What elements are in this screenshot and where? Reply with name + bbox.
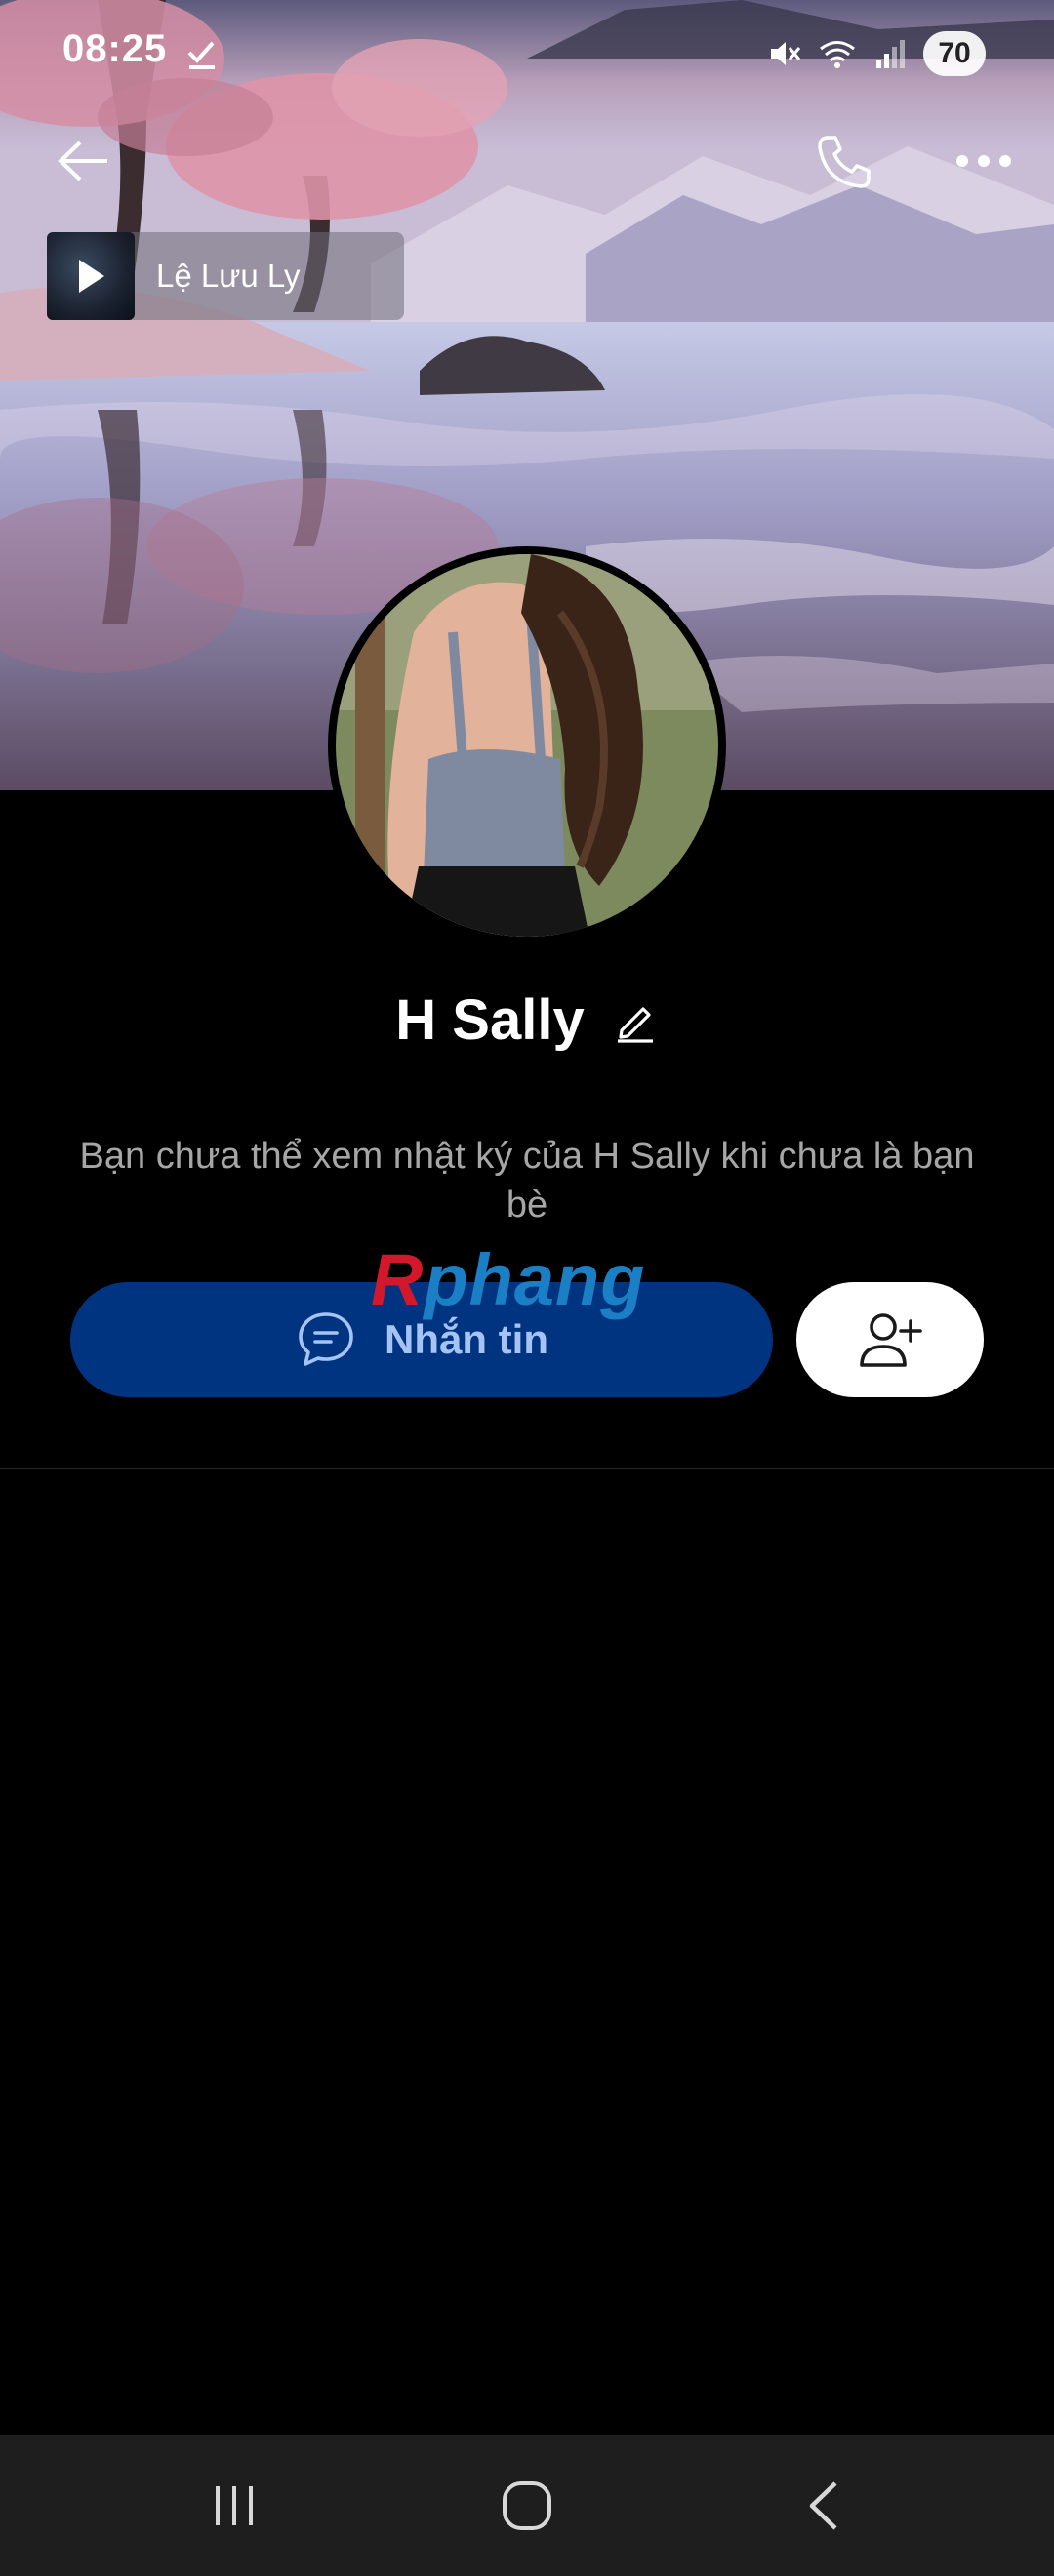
back-arrow-icon xyxy=(58,141,107,181)
status-bar: 08:25 70 xyxy=(0,0,1054,107)
avatar[interactable] xyxy=(328,546,726,945)
section-divider xyxy=(0,1468,1054,1469)
status-time: 08:25 xyxy=(62,27,168,70)
diary-restriction-note: Bạn chưa thể xem nhật ký của H Sally khi… xyxy=(79,1136,975,1226)
pencil-icon[interactable] xyxy=(612,997,659,1044)
add-user-icon xyxy=(860,1313,922,1367)
call-button[interactable] xyxy=(800,123,888,201)
phone-icon xyxy=(818,136,871,188)
avatar-photo xyxy=(336,554,718,937)
back-icon xyxy=(809,2481,837,2530)
system-navigation-bar xyxy=(0,2435,1054,2576)
message-button-label: Nhắn tin xyxy=(385,1316,548,1362)
recent-apps-icon xyxy=(216,2486,253,2525)
profile-music-chip[interactable]: Lệ Lưu Ly xyxy=(47,232,404,320)
more-options-button[interactable] xyxy=(945,127,1023,195)
home-icon xyxy=(503,2481,551,2530)
system-back-button[interactable] xyxy=(765,2459,882,2553)
play-icon xyxy=(79,260,104,293)
mute-icon xyxy=(771,42,801,65)
battery-indicator: 70 xyxy=(923,31,986,76)
watermark: Rphang xyxy=(371,1239,646,1320)
wifi-icon xyxy=(820,41,855,68)
back-button[interactable] xyxy=(45,127,123,195)
more-dots-icon xyxy=(956,155,1011,167)
recent-apps-button[interactable] xyxy=(176,2459,293,2553)
profile-name-row: H Sally xyxy=(0,987,1054,1053)
music-album-thumbnail xyxy=(47,232,135,320)
music-title: Lệ Lưu Ly xyxy=(156,258,301,294)
status-indicators: 70 xyxy=(765,29,986,78)
home-button[interactable] xyxy=(468,2459,586,2553)
profile-name: H Sally xyxy=(395,988,585,1052)
add-friend-button[interactable] xyxy=(796,1282,984,1397)
chat-bubble-icon xyxy=(299,1312,353,1366)
signal-icon xyxy=(876,40,905,68)
check-done-icon xyxy=(187,41,215,69)
